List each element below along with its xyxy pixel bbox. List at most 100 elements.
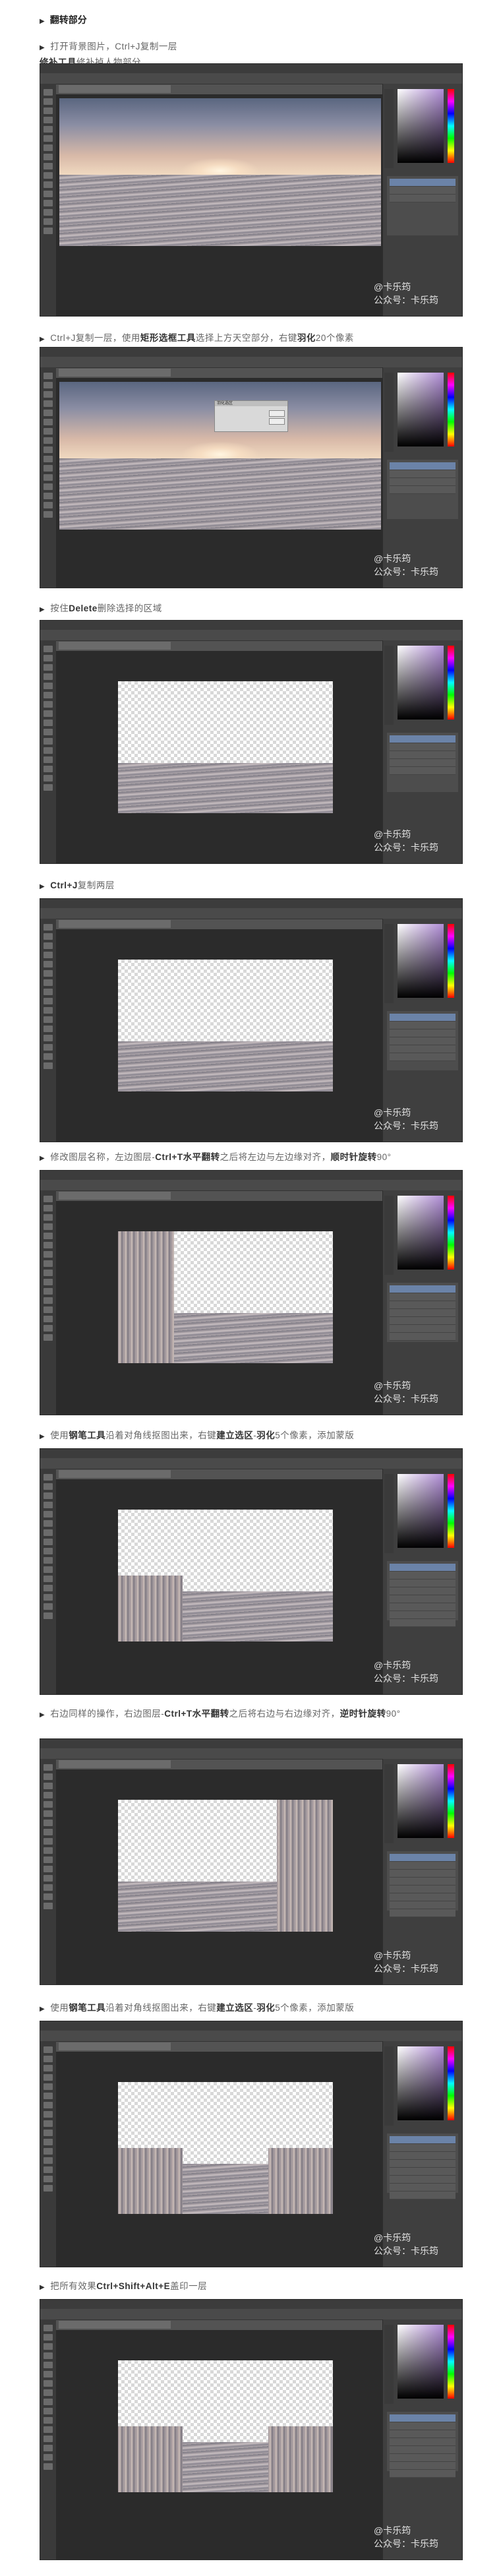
tool-icon[interactable] (44, 1260, 53, 1267)
tool-icon[interactable] (44, 2417, 53, 2424)
tool-icon[interactable] (44, 952, 53, 958)
tool-icon[interactable] (44, 1594, 53, 1601)
tool-icon[interactable] (44, 1576, 53, 1582)
tool-icon[interactable] (44, 456, 53, 462)
layer-row[interactable] (390, 2184, 456, 2192)
tool-icon[interactable] (44, 1492, 53, 1499)
tool-icon[interactable] (44, 2426, 53, 2433)
layer-row[interactable] (390, 1572, 456, 1579)
panel-icon-strip[interactable] (384, 1196, 394, 1275)
tool-icon[interactable] (44, 2463, 53, 2470)
hue-slider[interactable] (448, 2046, 454, 2120)
tool-icon[interactable] (44, 191, 53, 197)
menu-bar[interactable] (40, 899, 462, 908)
tool-icon[interactable] (44, 1603, 53, 1610)
tool-icon[interactable] (44, 1053, 53, 1060)
tool-icon[interactable] (44, 474, 53, 481)
layer-row[interactable] (390, 751, 456, 759)
tool-icon[interactable] (44, 483, 53, 490)
tool-icon[interactable] (44, 756, 53, 763)
layer-row[interactable] (390, 1619, 456, 1627)
panel-icon-strip[interactable] (384, 646, 394, 725)
color-picker[interactable] (398, 1474, 444, 1548)
layer-row[interactable] (390, 2438, 456, 2446)
tool-icon[interactable] (44, 400, 53, 407)
tool-icon[interactable] (44, 2157, 53, 2164)
options-bar[interactable] (40, 2031, 462, 2042)
color-picker[interactable] (398, 646, 444, 720)
tool-icon[interactable] (44, 924, 53, 931)
tool-icon[interactable] (44, 970, 53, 977)
tool-icon[interactable] (44, 1903, 53, 1909)
tool-icon[interactable] (44, 126, 53, 133)
layer-row[interactable] (390, 1029, 456, 1037)
tool-icon[interactable] (44, 410, 53, 416)
panel-icon-strip[interactable] (384, 2325, 394, 2404)
tool-icon[interactable] (44, 1334, 53, 1341)
tool-icon[interactable] (44, 2093, 53, 2099)
tool-icon[interactable] (44, 2111, 53, 2118)
options-bar[interactable] (40, 73, 462, 84)
layer-row[interactable] (390, 2152, 456, 2160)
options-bar[interactable] (40, 908, 462, 919)
tool-icon[interactable] (44, 163, 53, 169)
layer-row[interactable] (390, 1893, 456, 1901)
hue-slider[interactable] (448, 373, 454, 446)
tool-icon[interactable] (44, 2380, 53, 2387)
layer-row[interactable] (390, 2454, 456, 2462)
layer-row[interactable] (390, 1014, 456, 1022)
document-canvas[interactable] (118, 2360, 333, 2492)
canvas-area[interactable]: 羽化选区 (56, 378, 383, 588)
tool-icon[interactable] (44, 1297, 53, 1304)
tool-icon[interactable] (44, 1829, 53, 1835)
tool-icon[interactable] (44, 1511, 53, 1518)
tool-icon[interactable] (44, 655, 53, 661)
tool-icon[interactable] (44, 1242, 53, 1248)
tool-icon[interactable] (44, 673, 53, 680)
menu-bar[interactable] (40, 64, 462, 73)
layer-row[interactable] (390, 1603, 456, 1611)
tool-icon[interactable] (44, 1306, 53, 1313)
tool-icon[interactable] (44, 646, 53, 652)
tool-icon[interactable] (44, 1764, 53, 1771)
tool-icon[interactable] (44, 2065, 53, 2071)
tool-icon[interactable] (44, 117, 53, 123)
layer-row[interactable] (390, 2430, 456, 2438)
tool-icon[interactable] (44, 98, 53, 105)
tool-icon[interactable] (44, 89, 53, 96)
document-tab[interactable] (59, 1470, 171, 1478)
layer-row[interactable] (390, 2176, 456, 2184)
tool-icon[interactable] (44, 1325, 53, 1332)
color-picker[interactable] (398, 2325, 444, 2399)
tool-icon[interactable] (44, 107, 53, 114)
hue-slider[interactable] (448, 924, 454, 998)
hue-slider[interactable] (448, 1196, 454, 1270)
hue-slider[interactable] (448, 89, 454, 163)
tool-icon[interactable] (44, 747, 53, 754)
color-picker[interactable] (398, 89, 444, 163)
tool-icon[interactable] (44, 2325, 53, 2331)
layer-row[interactable] (390, 1022, 456, 1029)
tool-icon[interactable] (44, 135, 53, 142)
tool-icon[interactable] (44, 2139, 53, 2145)
menu-bar[interactable] (40, 621, 462, 630)
document-canvas[interactable] (118, 681, 333, 813)
tool-icon[interactable] (44, 1251, 53, 1258)
document-canvas[interactable] (118, 960, 333, 1091)
layer-row[interactable] (390, 1301, 456, 1309)
tool-icon[interactable] (44, 1847, 53, 1854)
tool-icon[interactable] (44, 961, 53, 967)
color-picker[interactable] (398, 373, 444, 446)
hue-slider[interactable] (448, 2325, 454, 2399)
tool-icon[interactable] (44, 933, 53, 940)
layer-row[interactable] (390, 735, 456, 743)
layer-row[interactable] (390, 478, 456, 486)
tool-icon[interactable] (44, 942, 53, 949)
tool-icon[interactable] (44, 493, 53, 499)
tool-icon[interactable] (44, 2362, 53, 2368)
layer-row[interactable] (390, 1333, 456, 1341)
tool-icon[interactable] (44, 2408, 53, 2414)
canvas-area[interactable] (56, 2330, 383, 2560)
tool-icon[interactable] (44, 181, 53, 188)
document-tab[interactable] (59, 1760, 171, 1768)
